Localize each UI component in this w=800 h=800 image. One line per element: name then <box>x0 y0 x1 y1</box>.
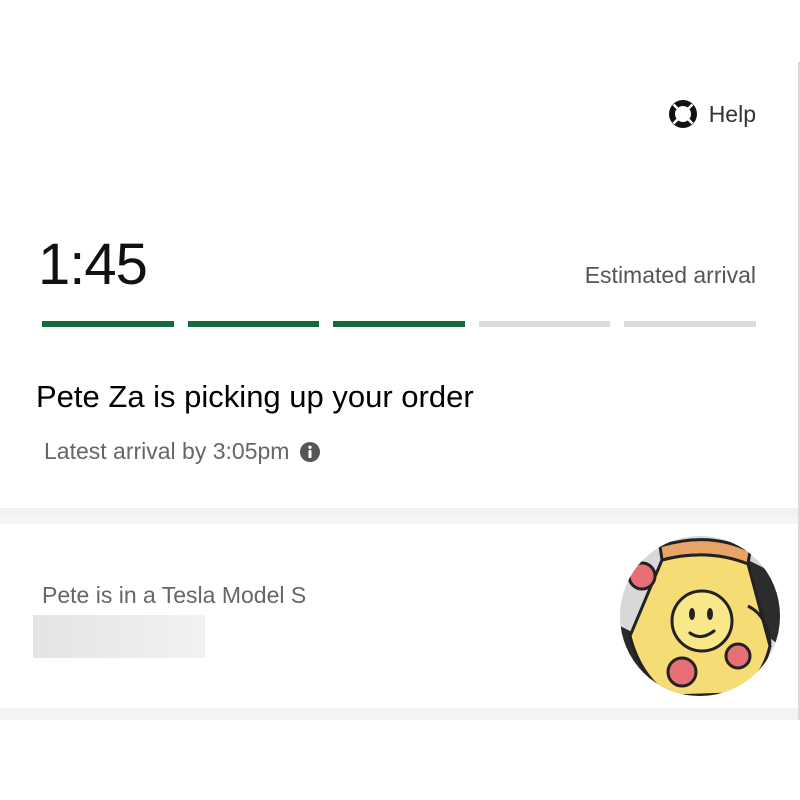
lifebuoy-icon <box>668 100 697 128</box>
bottom-divider <box>0 708 798 720</box>
order-progress-bar <box>42 321 756 327</box>
info-icon[interactable] <box>299 441 321 463</box>
progress-step <box>187 321 320 327</box>
progress-step <box>624 321 756 327</box>
driver-avatar[interactable] <box>620 536 780 696</box>
progress-step <box>42 321 174 327</box>
driver-vehicle: Pete is in a Tesla Model S <box>42 582 307 608</box>
latest-arrival: Latest arrival by 3:05pm <box>44 438 321 465</box>
eta-label: Estimated arrival <box>584 262 756 288</box>
help-label: Help <box>708 100 756 127</box>
section-divider <box>0 508 798 524</box>
progress-step <box>478 321 611 327</box>
license-plate-redacted <box>33 615 205 658</box>
eta-time: 1:45 <box>38 232 148 297</box>
order-status-message: Pete Za is picking up your order <box>36 379 474 414</box>
progress-step <box>333 321 465 327</box>
latest-arrival-text: Latest arrival by 3:05pm <box>44 438 290 464</box>
help-button[interactable]: Help <box>668 100 756 128</box>
